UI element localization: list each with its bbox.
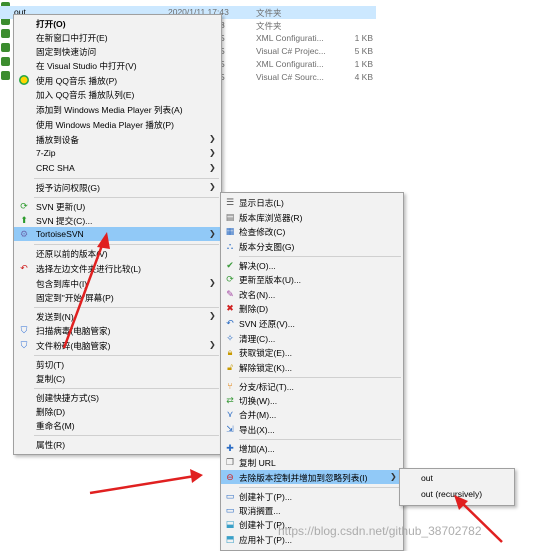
- annotation-arrows: [62, 232, 503, 543]
- watermark: https://blog.csdn.net/github_38702782: [278, 524, 482, 538]
- arrow-to-tortoisesvn: [62, 232, 110, 349]
- arrow-to-ignore: [89, 469, 203, 495]
